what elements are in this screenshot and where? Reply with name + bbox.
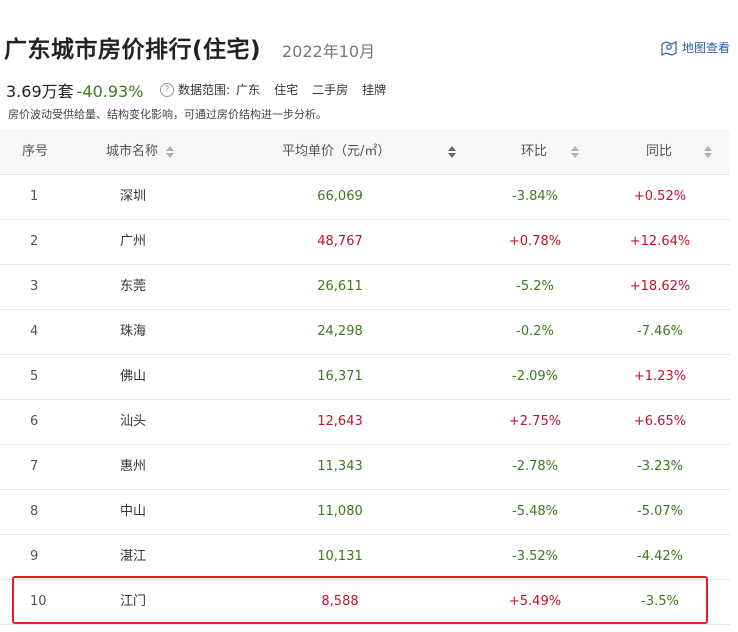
range-market: 二手房 xyxy=(312,83,349,97)
yoy-cell: -3.23% xyxy=(637,459,683,474)
range-source: 挂牌 xyxy=(362,83,387,97)
city-cell[interactable]: 中山 xyxy=(120,490,146,534)
mom-cell: -0.2% xyxy=(516,324,554,339)
column-mom-label: 环比 xyxy=(521,144,548,159)
mom-cell: -2.78% xyxy=(512,459,558,474)
rank-cell: 6 xyxy=(30,414,39,429)
city-cell[interactable]: 惠州 xyxy=(120,445,146,489)
yoy-cell: +18.62% xyxy=(629,279,691,294)
table-row[interactable]: 10 江门 8,588 +5.49% -3.5% xyxy=(0,580,730,625)
price-cell: 8,588 xyxy=(321,594,359,609)
map-view-label: 地图查看 xyxy=(681,41,730,55)
price-cell: 11,343 xyxy=(317,459,363,474)
data-range: ? 数据范围: 广东 住宅 二手房 挂牌 xyxy=(160,81,400,98)
range-type: 住宅 xyxy=(274,83,299,97)
column-mom[interactable]: 环比 xyxy=(521,130,580,174)
column-rank-label: 序号 xyxy=(22,144,49,159)
sort-icon[interactable] xyxy=(448,146,457,158)
city-cell[interactable]: 汕头 xyxy=(120,400,146,444)
column-city-label: 城市名称 xyxy=(106,144,159,159)
map-view-link[interactable]: 地图查看 xyxy=(660,39,730,56)
yoy-cell: +0.52% xyxy=(633,189,687,204)
rank-cell: 1 xyxy=(30,189,39,204)
city-cell[interactable]: 东莞 xyxy=(120,265,146,309)
price-cell: 24,298 xyxy=(317,324,363,339)
total-listings: 3.69万套 xyxy=(6,82,74,101)
city-cell[interactable]: 广州 xyxy=(120,220,146,264)
city-cell[interactable]: 佛山 xyxy=(120,355,146,399)
table-row[interactable]: 3 东莞 26,611 -5.2% +18.62% xyxy=(0,265,730,310)
mom-cell: -3.84% xyxy=(512,189,558,204)
yoy-cell: -3.5% xyxy=(641,594,679,609)
table-row[interactable]: 1 深圳 66,069 -3.84% +0.52% xyxy=(0,175,730,220)
yoy-cell: -4.42% xyxy=(637,549,683,564)
table-row[interactable]: 7 惠州 11,343 -2.78% -3.23% xyxy=(0,445,730,490)
price-cell: 11,080 xyxy=(317,504,363,519)
price-cell: 16,371 xyxy=(317,369,363,384)
column-city[interactable]: 城市名称 xyxy=(106,130,175,174)
sort-icon[interactable] xyxy=(166,146,175,158)
table-row[interactable]: 2 广州 48,767 +0.78% +12.64% xyxy=(0,220,730,265)
table-row[interactable]: 5 佛山 16,371 -2.09% +1.23% xyxy=(0,355,730,400)
column-price[interactable]: 平均单价（元/㎡） xyxy=(282,130,457,174)
summary-stats: 3.69万套 -40.93% xyxy=(6,78,143,102)
help-icon[interactable]: ? xyxy=(160,82,174,97)
mom-cell: +5.49% xyxy=(508,594,562,609)
column-yoy[interactable]: 同比 xyxy=(646,130,713,174)
price-cell: 10,131 xyxy=(317,549,363,564)
yoy-cell: +12.64% xyxy=(629,234,691,249)
price-cell: 12,643 xyxy=(317,414,363,429)
price-cell: 66,069 xyxy=(317,189,363,204)
rank-cell: 5 xyxy=(30,369,39,384)
table-body: 1 深圳 66,069 -3.84% +0.52% 2 广州 48,767 +0.78% +12.… xyxy=(0,175,730,625)
page-header: 广东城市房价排行(住宅) 2022年10月 地图查看 3.69万套 -40.93… xyxy=(0,0,738,130)
rank-cell: 2 xyxy=(30,234,39,249)
table-header: 序号 城市名称 平均单价（元/㎡） 环比 同比 xyxy=(0,130,730,175)
mom-cell: -2.09% xyxy=(512,369,558,384)
report-date: 2022年10月 xyxy=(282,42,376,61)
rank-cell: 3 xyxy=(30,279,39,294)
city-cell[interactable]: 深圳 xyxy=(120,175,146,219)
mom-cell: +0.78% xyxy=(508,234,562,249)
city-cell[interactable]: 江门 xyxy=(120,580,146,624)
price-cell: 48,767 xyxy=(317,234,363,249)
city-cell[interactable]: 湛江 xyxy=(120,535,146,579)
rank-cell: 9 xyxy=(30,549,39,564)
yoy-cell: -5.07% xyxy=(637,504,683,519)
map-pin-icon xyxy=(661,40,677,56)
yoy-cell: -7.46% xyxy=(637,324,683,339)
column-yoy-label: 同比 xyxy=(646,144,673,159)
table-row[interactable]: 4 珠海 24,298 -0.2% -7.46% xyxy=(0,310,730,355)
city-price-table: 序号 城市名称 平均单价（元/㎡） 环比 同比 1 深圳 66,069 -3.84% +… xyxy=(0,130,730,625)
price-cell: 26,611 xyxy=(317,279,363,294)
column-rank: 序号 xyxy=(22,130,48,174)
mom-cell: +2.75% xyxy=(508,414,562,429)
mom-cell: -5.48% xyxy=(512,504,558,519)
range-region: 广东 xyxy=(236,83,261,97)
page-title: 广东城市房价排行(住宅) xyxy=(4,37,262,63)
city-cell[interactable]: 珠海 xyxy=(120,310,146,354)
total-change: -40.93% xyxy=(76,82,144,101)
column-price-label: 平均单价（元/㎡） xyxy=(282,144,391,159)
yoy-cell: +6.65% xyxy=(633,414,687,429)
table-row[interactable]: 8 中山 11,080 -5.48% -5.07% xyxy=(0,490,730,535)
mom-cell: -3.52% xyxy=(512,549,558,564)
sort-icon[interactable] xyxy=(571,146,580,158)
yoy-cell: +1.23% xyxy=(633,369,687,384)
rank-cell: 8 xyxy=(30,504,39,519)
table-row[interactable]: 6 汕头 12,643 +2.75% +6.65% xyxy=(0,400,730,445)
rank-cell: 4 xyxy=(30,324,39,339)
data-range-label: 数据范围: xyxy=(178,83,231,97)
mom-cell: -5.2% xyxy=(516,279,554,294)
rank-cell: 7 xyxy=(30,459,39,474)
sort-icon[interactable] xyxy=(704,146,713,158)
table-row[interactable]: 9 湛江 10,131 -3.52% -4.42% xyxy=(0,535,730,580)
disclaimer-note: 房价波动受供给量、结构变化影响，可通过房价结构进一步分析。 xyxy=(8,108,327,121)
rank-cell: 10 xyxy=(30,594,47,609)
